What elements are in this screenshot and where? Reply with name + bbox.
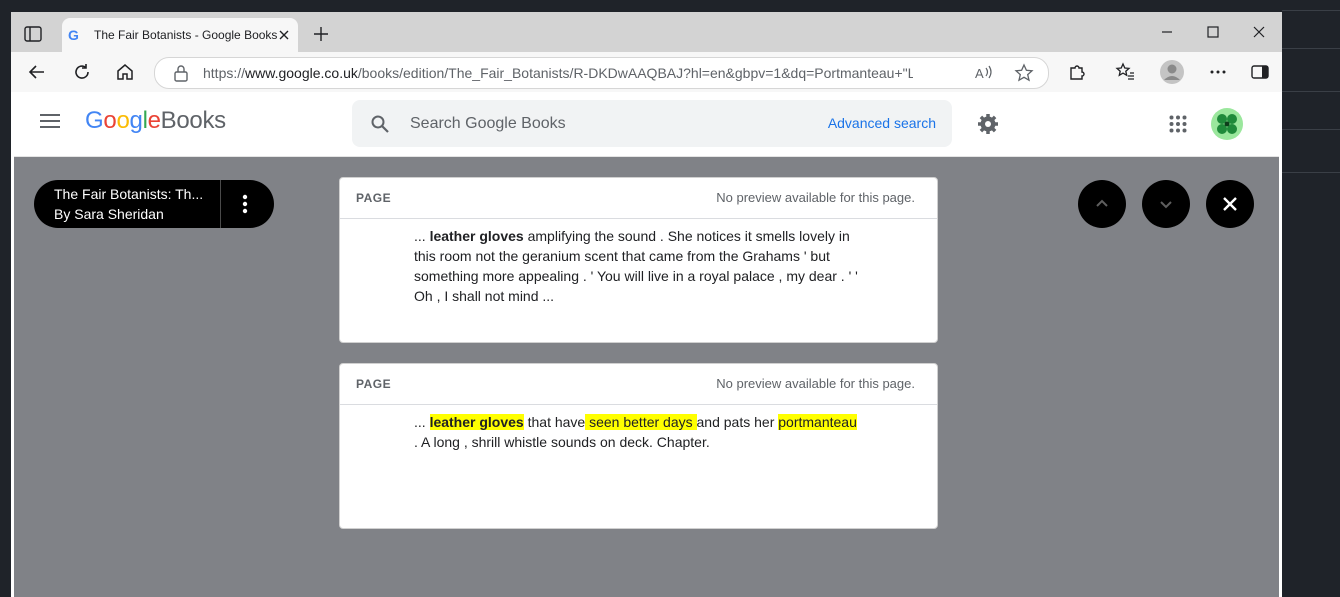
logo-letter: o: [103, 107, 117, 134]
result-card[interactable]: PAGE No preview available for this page.…: [339, 177, 938, 343]
next-result-button[interactable]: [1142, 180, 1190, 228]
snippet-text: . A long , shrill whistle sounds on deck…: [414, 434, 710, 450]
snippet-text: ...: [414, 228, 430, 244]
extensions-puzzle-icon[interactable]: [1067, 62, 1087, 82]
url-path: /books/edition/The_Fair_Botanists/R-DKDw…: [357, 65, 913, 81]
maximize-icon[interactable]: [1206, 25, 1220, 39]
close-icon: [1223, 197, 1237, 211]
logo-letter: e: [147, 107, 161, 134]
highlighted-phrase: portmanteau: [778, 414, 857, 430]
previous-result-button[interactable]: [1078, 180, 1126, 228]
logo-letter: G: [85, 107, 104, 134]
refresh-icon[interactable]: [72, 62, 92, 82]
svg-text:A: A: [975, 66, 984, 81]
logo-letter: o: [116, 107, 130, 134]
sidebar-toggle-icon[interactable]: [1250, 62, 1270, 82]
account-avatar[interactable]: [1211, 108, 1243, 140]
address-bar[interactable]: https://www.google.co.uk/books/edition/T…: [154, 57, 1049, 89]
logo-letter: g: [129, 107, 143, 134]
no-preview-note: No preview available for this page.: [716, 376, 915, 391]
favorite-star-icon[interactable]: [1014, 63, 1034, 83]
logo-books-word: Books: [160, 107, 227, 134]
url-scheme: https://: [203, 65, 246, 81]
close-panel-button[interactable]: [1206, 180, 1254, 228]
snippet-text: ...: [414, 414, 430, 430]
result-snippet: ... leather gloves that have seen better…: [414, 412, 864, 452]
tab-close-icon[interactable]: [278, 28, 290, 40]
google-books-logo[interactable]: GoogleBooks: [85, 107, 226, 135]
settings-gear-icon[interactable]: [977, 113, 999, 135]
tab-strip: G The Fair Botanists - Google Books: [11, 12, 1282, 52]
no-preview-note: No preview available for this page.: [716, 190, 915, 205]
favorites-list-icon[interactable]: [1115, 62, 1135, 82]
back-arrow-icon[interactable]: [27, 62, 47, 82]
highlighted-phrase: seen better days: [585, 414, 697, 430]
google-favicon-icon: G: [68, 27, 79, 43]
url-text[interactable]: https://www.google.co.uk/books/edition/T…: [203, 65, 913, 81]
browser-toolbar: https://www.google.co.uk/books/edition/T…: [11, 52, 1282, 92]
search-in-book-panel: The Fair Botanists: Th... By Sara Sherid…: [14, 157, 1279, 597]
snippet-text: and pats her: [696, 414, 779, 430]
result-kind-label: PAGE: [356, 377, 392, 391]
more-vert-icon[interactable]: [242, 194, 248, 214]
result-kind-label: PAGE: [356, 191, 392, 205]
profile-avatar-icon[interactable]: [1160, 60, 1184, 84]
divider: [220, 180, 221, 228]
search-icon[interactable]: [370, 114, 390, 134]
book-title: The Fair Botanists: Th...: [54, 186, 204, 202]
snippet-text: that have: [523, 414, 586, 430]
new-tab-plus-icon[interactable]: [313, 26, 329, 42]
url-domain: www.google.co.uk: [245, 65, 358, 81]
chevron-down-icon: [1160, 201, 1172, 209]
tab-title: The Fair Botanists - Google Books: [94, 28, 278, 42]
result-card-header: PAGE No preview available for this page.: [340, 364, 937, 405]
site-info-lock-icon[interactable]: [173, 64, 189, 82]
page-viewport: GoogleBooks Advanced search The Fair Bot…: [14, 92, 1279, 597]
browser-window: G The Fair Botanists - Google Books http…: [11, 12, 1282, 597]
window-close-icon[interactable]: [1252, 25, 1266, 39]
minimize-icon[interactable]: [1160, 25, 1174, 39]
active-tab[interactable]: G The Fair Botanists - Google Books: [62, 18, 298, 52]
google-apps-grid-icon[interactable]: [1169, 115, 1187, 133]
google-books-header: GoogleBooks Advanced search: [14, 92, 1279, 157]
read-aloud-icon[interactable]: A: [974, 63, 994, 83]
chevron-up-icon: [1096, 199, 1108, 207]
result-card-header: PAGE No preview available for this page.: [340, 178, 937, 219]
book-author: By Sara Sheridan: [54, 206, 164, 222]
result-snippet: ... leather gloves amplifying the sound …: [414, 226, 864, 306]
snippet-match-highlighted: leather gloves: [429, 414, 524, 430]
tab-actions-icon[interactable]: [24, 26, 42, 42]
more-menu-icon[interactable]: [1208, 62, 1228, 82]
advanced-search-link[interactable]: Advanced search: [828, 115, 936, 131]
snippet-match: leather gloves: [429, 228, 524, 244]
book-info-pill[interactable]: The Fair Botanists: Th... By Sara Sherid…: [34, 180, 274, 228]
home-icon[interactable]: [115, 62, 135, 82]
search-input[interactable]: [408, 110, 792, 138]
hamburger-menu-icon[interactable]: [40, 114, 60, 128]
search-box: Advanced search: [352, 100, 952, 147]
result-card[interactable]: PAGE No preview available for this page.…: [339, 363, 938, 529]
